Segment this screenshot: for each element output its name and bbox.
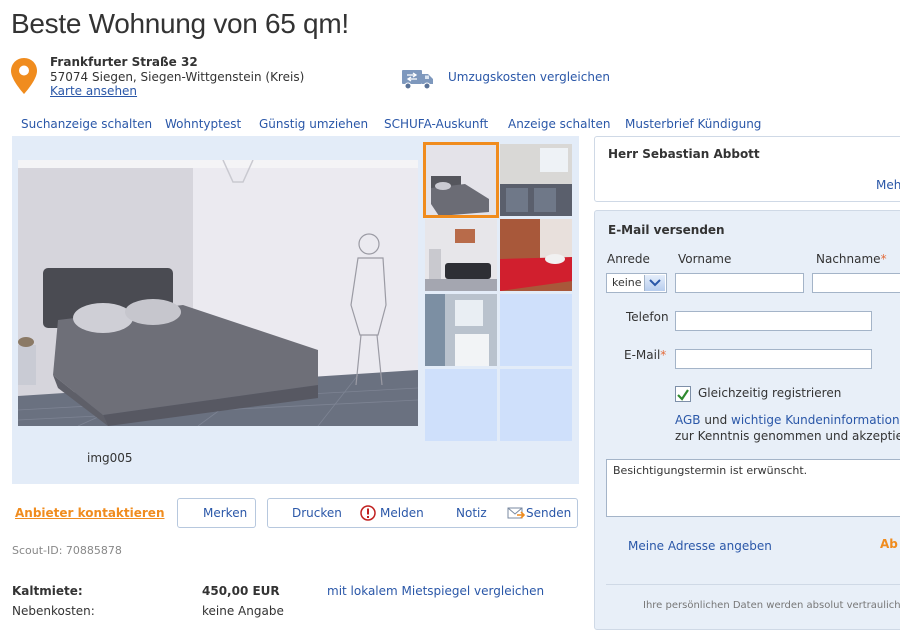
mietspiegel-link[interactable]: mit lokalem Mietspiegel vergleichen xyxy=(327,584,544,598)
report-icon xyxy=(360,505,376,521)
terms-text: AGB und wichtige Kundeninformationen xyxy=(675,413,900,427)
report-button[interactable]: Melden xyxy=(380,506,424,520)
save-button[interactable]: Merken xyxy=(177,498,256,528)
agb-link[interactable]: AGB xyxy=(675,413,701,427)
action-button-group: Drucken Melden Notiz Senden xyxy=(267,498,578,528)
chevron-down-icon xyxy=(644,275,665,291)
customer-info-link[interactable]: wichtige Kundeninformationen xyxy=(731,413,900,427)
my-address-link[interactable]: Meine Adresse angeben xyxy=(628,539,772,553)
extra-costs-label: Nebenkosten: xyxy=(12,604,95,618)
page-title: Beste Wohnung von 65 qm! xyxy=(11,8,349,39)
contact-name: Herr Sebastian Abbott xyxy=(608,147,760,161)
contact-provider-link[interactable]: Anbieter kontaktieren xyxy=(15,506,165,520)
register-label: Gleichzeitig registrieren xyxy=(698,386,842,400)
more-link[interactable]: Meh xyxy=(876,178,900,192)
save-button-label: Merken xyxy=(203,506,248,520)
register-checkbox[interactable] xyxy=(675,386,691,402)
thumbnail-3[interactable] xyxy=(425,219,497,291)
divider xyxy=(606,584,900,585)
thumbnail-empty xyxy=(500,294,572,366)
email-label: E-Mail* xyxy=(624,348,667,362)
moving-costs-link[interactable]: Umzugskosten vergleichen xyxy=(448,70,610,84)
firstname-field[interactable] xyxy=(675,273,804,293)
thumbnail-5[interactable] xyxy=(425,294,497,366)
thumbnail-4[interactable] xyxy=(500,219,572,291)
address-city: 57074 Siegen, Siegen-Wittgenstein (Kreis… xyxy=(50,70,305,84)
thumbnail-1[interactable] xyxy=(423,142,499,218)
nav-link-musterbrief[interactable]: Musterbrief Kündigung xyxy=(625,117,761,131)
location-pin-icon xyxy=(11,58,37,94)
contact-card xyxy=(594,136,900,202)
note-button[interactable]: Notiz xyxy=(456,506,487,520)
lastname-field[interactable] xyxy=(812,273,900,293)
privacy-text: Ihre persönlichen Daten werden absolut v… xyxy=(643,600,900,611)
nav-link-anzeige[interactable]: Anzeige schalten xyxy=(508,117,610,131)
firstname-label: Vorname xyxy=(678,252,732,266)
email-field[interactable] xyxy=(675,349,872,369)
message-textarea[interactable]: Besichtigungstermin ist erwünscht. xyxy=(606,459,900,517)
email-form-heading: E-Mail versenden xyxy=(608,223,725,237)
address-street: Frankfurter Straße 32 xyxy=(50,55,198,69)
accept-text: zur Kenntnis genommen und akzeptien xyxy=(675,429,900,443)
nav-link-schufa[interactable]: SCHUFA-Auskunft xyxy=(384,117,488,131)
phone-field[interactable] xyxy=(675,311,872,331)
send-button[interactable]: Senden xyxy=(526,506,571,520)
main-photo[interactable] xyxy=(18,160,418,426)
phone-label: Telefon xyxy=(626,310,669,324)
lastname-label: Nachname* xyxy=(816,252,887,266)
checkmark-icon xyxy=(677,389,689,401)
print-button[interactable]: Drucken xyxy=(292,506,342,520)
salutation-select[interactable]: keine xyxy=(606,273,667,293)
scout-id: Scout-ID: 70885878 xyxy=(12,544,122,557)
salutation-label: Anrede xyxy=(607,252,650,266)
nav-link-umziehen[interactable]: Günstig umziehen xyxy=(259,117,368,131)
submit-button[interactable]: Ab xyxy=(880,537,898,551)
rent-label: Kaltmiete: xyxy=(12,584,83,598)
rent-value: 450,00 EUR xyxy=(202,584,280,598)
send-envelope-icon xyxy=(507,507,525,519)
extra-costs-value: keine Angabe xyxy=(202,604,284,618)
nav-link-wohntyptest[interactable]: Wohntyptest xyxy=(165,117,241,131)
thumbnail-empty xyxy=(500,369,572,441)
thumbnail-2[interactable] xyxy=(500,144,572,216)
photo-caption: img005 xyxy=(87,451,133,465)
thumbnail-empty xyxy=(425,369,497,441)
map-link[interactable]: Karte ansehen xyxy=(50,84,137,98)
nav-link-suchanzeige[interactable]: Suchanzeige schalten xyxy=(21,117,152,131)
moving-truck-icon xyxy=(402,70,433,90)
